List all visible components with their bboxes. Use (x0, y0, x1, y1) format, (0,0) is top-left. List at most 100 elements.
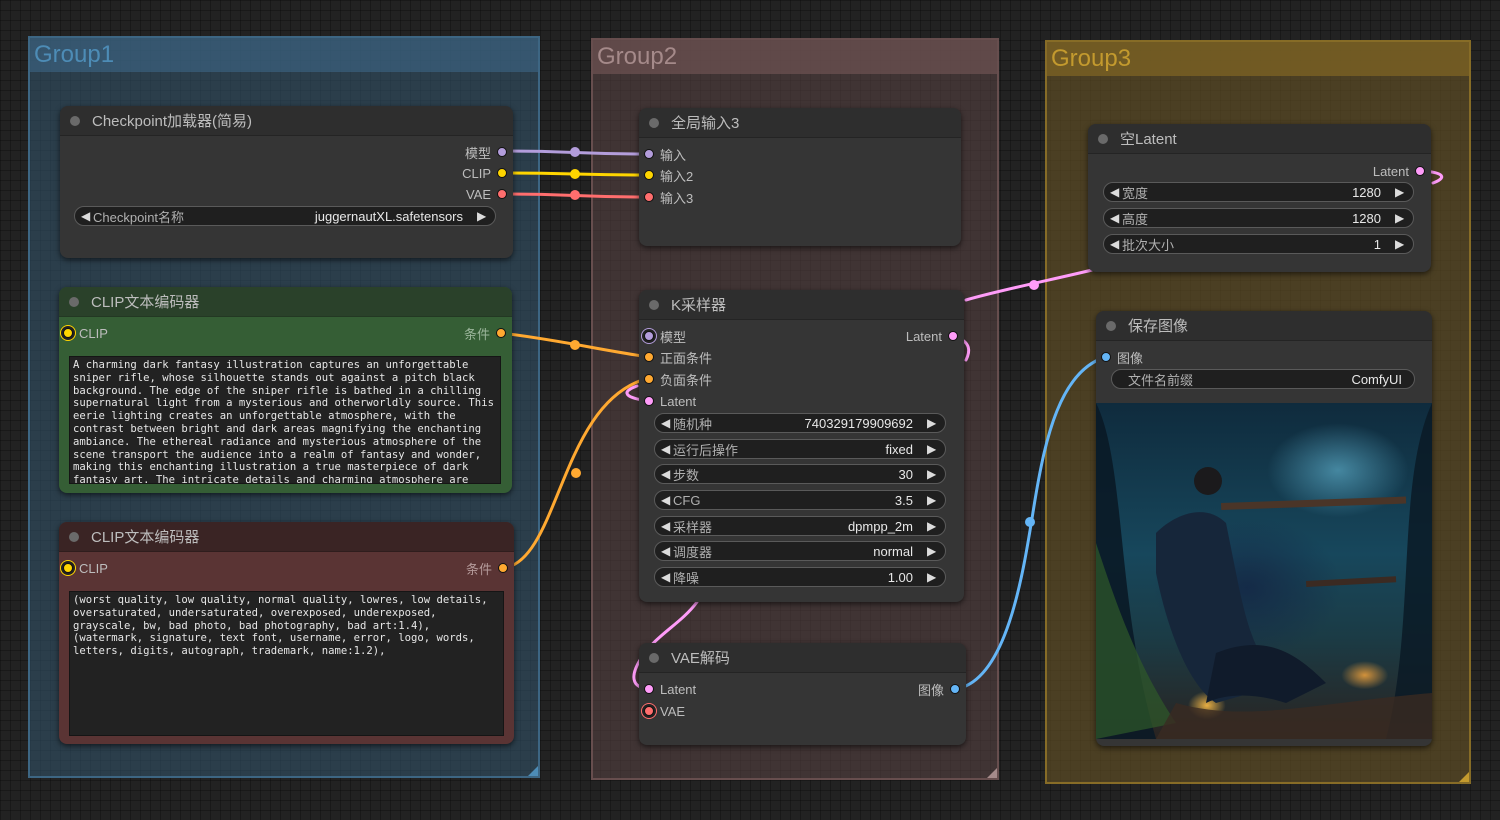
collapse-dot-icon[interactable] (69, 296, 79, 307)
group-resize-handle[interactable] (528, 766, 538, 776)
group-resize-handle[interactable] (1459, 772, 1469, 782)
increment-arrow-icon[interactable]: ▶ (927, 416, 939, 430)
input-clip[interactable]: CLIP (63, 324, 108, 342)
seed-widget[interactable]: ◀ 随机种 740329179909692 ▶ (654, 413, 946, 433)
input-slot-dot-icon[interactable] (644, 706, 654, 716)
output-slot-dot-icon[interactable] (497, 147, 507, 157)
input-1[interactable]: 输入 (644, 145, 686, 163)
sampler-widget[interactable]: ◀ 采样器 dpmpp_2m ▶ (654, 516, 946, 536)
output-vae[interactable]: VAE (466, 185, 507, 203)
decrement-arrow-icon[interactable]: ◀ (1110, 185, 1122, 199)
collapse-dot-icon[interactable] (1106, 320, 1116, 331)
node-vae-decode[interactable]: VAE解码 Latent VAE 图像 (639, 643, 966, 745)
node-header[interactable]: K采样器 (639, 290, 964, 320)
link-midpoint[interactable] (570, 147, 580, 157)
link-midpoint[interactable] (1025, 517, 1035, 527)
output-conditioning[interactable]: 条件 (466, 559, 508, 577)
increment-arrow-icon[interactable]: ▶ (1395, 211, 1407, 225)
output-image[interactable]: 图像 (918, 680, 960, 698)
collapse-dot-icon[interactable] (649, 299, 659, 310)
output-slot-dot-icon[interactable] (1415, 166, 1425, 176)
input-3[interactable]: 输入3 (644, 188, 693, 206)
batch-size-widget[interactable]: ◀ 批次大小 1 ▶ (1103, 234, 1414, 254)
node-header[interactable]: 保存图像 (1096, 311, 1432, 341)
decrement-arrow-icon[interactable]: ◀ (661, 442, 673, 456)
increment-arrow-icon[interactable]: ▶ (927, 442, 939, 456)
input-model[interactable]: 模型 (644, 327, 686, 345)
link-midpoint[interactable] (570, 190, 580, 200)
decrement-arrow-icon[interactable]: ◀ (661, 416, 673, 430)
node-header[interactable]: Checkpoint加载器(简易) (60, 106, 513, 136)
collapse-dot-icon[interactable] (70, 115, 80, 126)
node-header[interactable]: CLIP文本编码器 (59, 287, 512, 317)
node-ksampler[interactable]: K采样器 模型 正面条件 负面条件 Latent Latent ◀ 随机种 74… (639, 290, 964, 602)
node-clip-text-encode-negative[interactable]: CLIP文本编码器 CLIP 条件 (worst quality, low qu… (59, 522, 514, 744)
output-slot-dot-icon[interactable] (498, 563, 508, 573)
control-after-generate-widget[interactable]: ◀ 运行后操作 fixed ▶ (654, 439, 946, 459)
output-clip[interactable]: CLIP (462, 164, 507, 182)
node-header[interactable]: CLIP文本编码器 (59, 522, 514, 552)
decrement-arrow-icon[interactable]: ◀ (661, 493, 673, 507)
scheduler-widget[interactable]: ◀ 调度器 normal ▶ (654, 541, 946, 561)
input-latent[interactable]: Latent (644, 680, 696, 698)
output-latent[interactable]: Latent (1373, 162, 1425, 180)
input-2[interactable]: 输入2 (644, 166, 693, 184)
image-preview[interactable] (1096, 403, 1432, 739)
height-widget[interactable]: ◀ 高度 1280 ▶ (1103, 208, 1414, 228)
input-slot-dot-icon[interactable] (644, 396, 654, 406)
output-model[interactable]: 模型 (465, 143, 507, 161)
decrement-arrow-icon[interactable]: ◀ (81, 209, 93, 223)
input-slot-dot-icon[interactable] (644, 192, 654, 202)
increment-arrow-icon[interactable]: ▶ (927, 519, 939, 533)
group-title[interactable]: Group1 (30, 38, 538, 72)
node-clip-text-encode-positive[interactable]: CLIP文本编码器 CLIP 条件 A charming dark fantas… (59, 287, 512, 493)
decrement-arrow-icon[interactable]: ◀ (1110, 237, 1122, 251)
decrement-arrow-icon[interactable]: ◀ (1110, 211, 1122, 225)
output-slot-dot-icon[interactable] (497, 168, 507, 178)
input-slot-dot-icon[interactable] (63, 328, 73, 338)
increment-arrow-icon[interactable]: ▶ (477, 209, 489, 223)
input-slot-dot-icon[interactable] (644, 374, 654, 384)
output-slot-dot-icon[interactable] (497, 189, 507, 199)
collapse-dot-icon[interactable] (69, 531, 79, 542)
increment-arrow-icon[interactable]: ▶ (927, 493, 939, 507)
node-header[interactable]: 全局输入3 (639, 108, 961, 138)
output-slot-dot-icon[interactable] (948, 331, 958, 341)
denoise-widget[interactable]: ◀ 降噪 1.00 ▶ (654, 567, 946, 587)
group-title[interactable]: Group2 (593, 40, 997, 74)
input-image[interactable]: 图像 (1101, 348, 1143, 366)
increment-arrow-icon[interactable]: ▶ (927, 467, 939, 481)
input-slot-dot-icon[interactable] (644, 352, 654, 362)
filename-prefix-input[interactable]: 文件名前缀 ComfyUI (1111, 369, 1415, 389)
link-midpoint[interactable] (571, 468, 581, 478)
collapse-dot-icon[interactable] (649, 652, 659, 663)
link-midpoint[interactable] (570, 340, 580, 350)
steps-widget[interactable]: ◀ 步数 30 ▶ (654, 464, 946, 484)
node-checkpoint-loader[interactable]: Checkpoint加载器(简易) 模型 CLIP VAE ◀ Checkpoi… (60, 106, 513, 258)
link-midpoint[interactable] (1029, 280, 1039, 290)
input-slot-dot-icon[interactable] (644, 149, 654, 159)
increment-arrow-icon[interactable]: ▶ (927, 570, 939, 584)
increment-arrow-icon[interactable]: ▶ (1395, 237, 1407, 251)
input-positive[interactable]: 正面条件 (644, 348, 712, 366)
decrement-arrow-icon[interactable]: ◀ (661, 570, 673, 584)
output-slot-dot-icon[interactable] (496, 328, 506, 338)
prompt-textarea[interactable]: (worst quality, low quality, normal qual… (69, 591, 504, 736)
input-slot-dot-icon[interactable] (644, 170, 654, 180)
increment-arrow-icon[interactable]: ▶ (1395, 185, 1407, 199)
prompt-textarea[interactable]: A charming dark fantasy illustration cap… (69, 356, 501, 484)
decrement-arrow-icon[interactable]: ◀ (661, 467, 673, 481)
node-save-image[interactable]: 保存图像 图像 文件名前缀 ComfyUI (1096, 311, 1432, 746)
link-midpoint[interactable] (570, 169, 580, 179)
input-vae[interactable]: VAE (644, 702, 685, 720)
input-slot-dot-icon[interactable] (644, 331, 654, 341)
input-negative[interactable]: 负面条件 (644, 370, 712, 388)
collapse-dot-icon[interactable] (1098, 133, 1108, 144)
input-slot-dot-icon[interactable] (1101, 352, 1111, 362)
node-header[interactable]: 空Latent (1088, 124, 1431, 154)
group-resize-handle[interactable] (987, 768, 997, 778)
node-empty-latent[interactable]: 空Latent Latent ◀ 宽度 1280 ▶ ◀ 高度 1280 ▶ ◀… (1088, 124, 1431, 272)
increment-arrow-icon[interactable]: ▶ (927, 544, 939, 558)
input-latent[interactable]: Latent (644, 392, 696, 410)
input-clip[interactable]: CLIP (63, 559, 108, 577)
